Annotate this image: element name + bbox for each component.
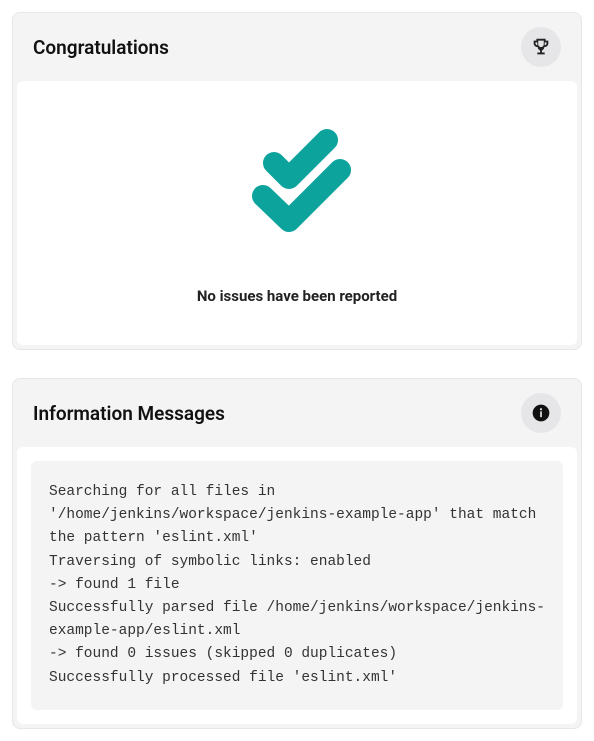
double-check-icon — [37, 121, 557, 251]
congratulations-card: Congratulations No issues have been repo… — [12, 12, 582, 350]
congratulations-body: No issues have been reported — [17, 81, 577, 345]
congratulations-header: Congratulations — [13, 13, 581, 81]
congratulations-title: Congratulations — [33, 36, 169, 59]
information-messages-card: Information Messages Searching for all f… — [12, 378, 582, 729]
information-messages-body: Searching for all files in '/home/jenkin… — [17, 447, 577, 724]
information-messages-title: Information Messages — [33, 402, 225, 425]
info-icon — [521, 393, 561, 433]
trophy-icon — [521, 27, 561, 67]
information-messages-header: Information Messages — [13, 379, 581, 447]
no-issues-text: No issues have been reported — [37, 287, 557, 305]
log-output: Searching for all files in '/home/jenkin… — [31, 461, 563, 710]
